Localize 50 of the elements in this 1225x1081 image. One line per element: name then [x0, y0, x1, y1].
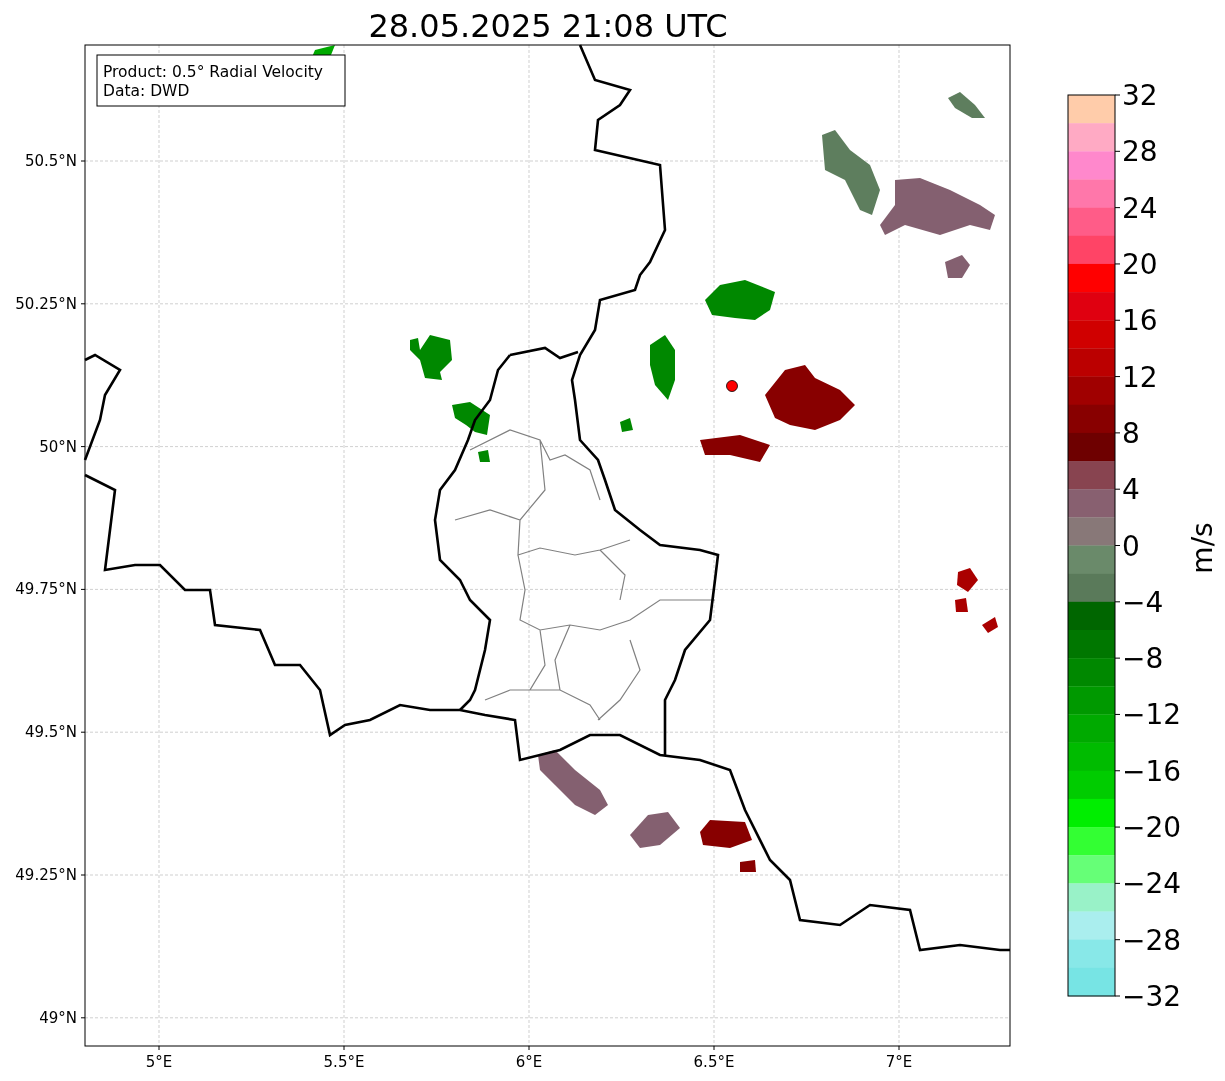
radar-echo: [740, 860, 756, 872]
colorbar-tick-label: −24: [1122, 867, 1182, 901]
radar-echo: [957, 568, 978, 592]
radar-echo: [538, 750, 608, 815]
colorbar-tick-label: 4: [1122, 473, 1140, 507]
colorbar-tick-label: −20: [1122, 811, 1182, 845]
longitude-label: 5.5°E: [323, 1053, 365, 1071]
radar-echo: [478, 450, 490, 462]
colorbar-tick-label: 0: [1122, 529, 1140, 563]
radar-echo: [705, 280, 775, 320]
radar-echo: [700, 820, 752, 848]
colorbar-tick-label: −4: [1122, 585, 1164, 619]
longitude-label: 6°E: [515, 1053, 543, 1071]
radar-echo: [982, 617, 998, 633]
latitude-label: 49.25°N: [15, 866, 77, 884]
radar-echo: [620, 418, 633, 432]
radar-echo: [945, 255, 970, 278]
colorbar-tick-label: −28: [1122, 923, 1182, 957]
longitude-label: 7°E: [885, 1053, 913, 1071]
latitude-label: 49°N: [39, 1008, 77, 1027]
colorbar-tick-label: −32: [1122, 980, 1182, 1013]
colorbar-unit-label: m/s: [1186, 522, 1219, 574]
radar-echo: [700, 435, 770, 462]
radar-echo: [948, 92, 985, 118]
longitude-label: 5°E: [145, 1053, 173, 1071]
latitude-label: 50.25°N: [15, 294, 77, 313]
colorbar-tick-label: −12: [1122, 698, 1182, 732]
colorbar-tick-label: 32: [1122, 79, 1158, 112]
colorbar-tick-label: −8: [1122, 642, 1164, 676]
colorbar-tick-label: 28: [1122, 135, 1158, 169]
colorbar-tick-label: 20: [1122, 247, 1158, 281]
latitude-label: 50.5°N: [24, 152, 77, 170]
colorbar-tick-label: −16: [1122, 754, 1182, 788]
colorbar-tick-label: 12: [1122, 360, 1158, 394]
longitude-label: 6.5°E: [693, 1053, 735, 1071]
latitude-label: 50°N: [39, 437, 77, 456]
radar-site-marker: [726, 380, 738, 392]
radar-echo: [650, 335, 675, 400]
colorbar-tick-label: 24: [1122, 191, 1158, 225]
radar-echo: [955, 598, 968, 612]
radar-echo: [452, 402, 490, 435]
colorbar-tick-label: 16: [1122, 304, 1158, 338]
legend-text: Data: DWD: [103, 82, 190, 100]
colorbar-tick-label: 8: [1122, 416, 1140, 450]
latitude-label: 49.75°N: [15, 580, 77, 599]
radar-echo: [410, 335, 452, 380]
plot-title: 28.05.2025 21:08 UTC: [368, 7, 728, 45]
latitude-label: 49.5°N: [24, 723, 77, 742]
radar-echo: [630, 812, 680, 848]
legend-text: Product: 0.5° Radial Velocity: [103, 63, 323, 81]
